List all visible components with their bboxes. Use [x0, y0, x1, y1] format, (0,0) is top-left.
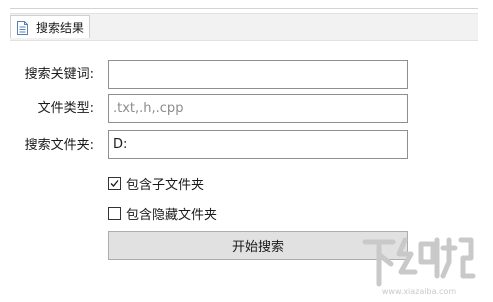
include-hidden-checkbox[interactable]: [108, 207, 121, 220]
file-type-label: 文件类型:: [37, 101, 94, 116]
include-subfolders-label: 包含子文件夹: [126, 178, 205, 193]
include-subfolders-option[interactable]: 包含子文件夹: [108, 174, 204, 193]
include-hidden-option[interactable]: 包含隐藏文件夹: [108, 204, 217, 223]
folder-label: 搜索文件夹:: [24, 138, 94, 153]
include-hidden-label: 包含隐藏文件夹: [126, 208, 218, 223]
keyword-input[interactable]: [108, 60, 408, 89]
tab-search-results[interactable]: 搜索结果: [10, 15, 90, 38]
checkmark-icon: [110, 180, 119, 187]
watermark-url: www.xiazaiba.com: [382, 287, 456, 296]
top-divider: [10, 8, 478, 9]
folder-input[interactable]: [108, 130, 408, 159]
tab-bar: 搜索结果: [10, 13, 478, 41]
watermark-logo: www.xiazaiba.com: [359, 232, 479, 298]
keyword-label: 搜索关键词:: [24, 67, 94, 82]
file-type-input[interactable]: [108, 94, 408, 123]
document-icon: [17, 20, 28, 35]
tab-label: 搜索结果: [36, 20, 85, 35]
include-subfolders-checkbox[interactable]: [108, 177, 121, 190]
